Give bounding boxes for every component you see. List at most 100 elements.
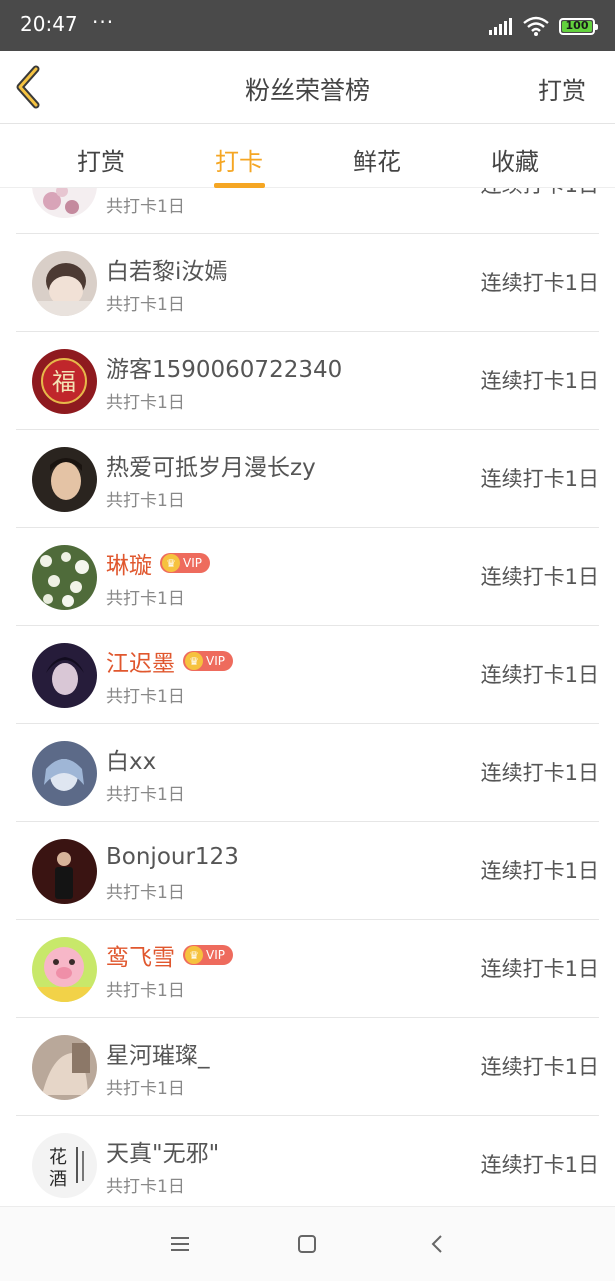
status-bar: 20:47 ··· 100: [0, 0, 615, 51]
crown-icon: ♛: [185, 946, 203, 964]
status-icons: 100: [489, 14, 598, 38]
vip-badge: ♛ VIP: [160, 553, 210, 573]
name-line: 白xx: [106, 742, 156, 776]
name-line: 白若黎i汝嫣: [106, 252, 227, 286]
avatar[interactable]: 花酒: [32, 1133, 97, 1198]
avatar[interactable]: [32, 839, 97, 904]
list-item[interactable]: 福 游客1590060722340 共打卡1日 连续打卡1日: [16, 332, 599, 430]
total-checkin: 共打卡1日: [106, 197, 185, 217]
menu-icon: [171, 1237, 189, 1251]
crown-icon: ♛: [185, 652, 203, 670]
user-name[interactable]: 星河璀璨_: [106, 1036, 210, 1070]
user-name[interactable]: Bonjour123: [106, 844, 239, 870]
list-item[interactable]: 白若黎i汝嫣共打卡1日 连续打卡1日: [16, 234, 599, 332]
reward-button[interactable]: 打赏: [538, 71, 586, 106]
name-line: 鸾飞雪 ♛ VIP: [106, 938, 233, 972]
avatar[interactable]: [32, 251, 97, 316]
list-item[interactable]: 共打卡1日 连续打卡1日: [16, 188, 599, 234]
signal-icon: [489, 18, 512, 35]
name-line: 琳璇 ♛ VIP: [106, 546, 210, 580]
total-checkin: 共打卡1日: [106, 491, 185, 511]
user-name[interactable]: 江迟墨: [106, 644, 175, 678]
user-name[interactable]: 天真"无邪": [106, 1134, 219, 1168]
checkin-streak: 连续打卡1日: [480, 663, 599, 687]
checkin-streak: 连续打卡1日: [480, 369, 599, 393]
total-checkin: 共打卡1日: [106, 785, 185, 805]
checkin-streak: 连续打卡1日: [480, 467, 599, 491]
list-item[interactable]: 花酒天真"无邪" 共打卡1日 连续打卡1日: [16, 1116, 599, 1206]
back-arrow-icon: [431, 1235, 442, 1253]
name-line: 游客1590060722340: [106, 350, 342, 384]
avatar[interactable]: [32, 188, 97, 218]
tab-favorites[interactable]: 收藏: [465, 142, 565, 177]
system-navigation-bar: [0, 1206, 615, 1281]
svg-text:花: 花: [49, 1147, 67, 1168]
tab-checkin[interactable]: 打卡: [189, 142, 289, 188]
checkin-streak: 连续打卡1日: [480, 957, 599, 981]
tab-flowers[interactable]: 鲜花: [327, 142, 427, 177]
battery-level: 100: [565, 18, 589, 32]
notification-dots: ···: [92, 10, 115, 34]
avatar[interactable]: [32, 545, 97, 610]
total-checkin: 共打卡1日: [106, 981, 185, 1001]
tab-reward[interactable]: 打赏: [51, 142, 151, 177]
checkin-streak: 连续打卡1日: [480, 271, 599, 295]
vip-label: VIP: [206, 654, 225, 668]
name-line: 天真"无邪": [106, 1134, 219, 1168]
svg-text:福: 福: [52, 368, 76, 396]
total-checkin: 共打卡1日: [106, 1177, 185, 1197]
list-item[interactable]: Bonjour123 共打卡1日 连续打卡1日: [16, 822, 599, 920]
checkin-streak: 连续打卡1日: [480, 761, 599, 785]
list-item[interactable]: 白xx 共打卡1日 连续打卡1日: [16, 724, 599, 822]
checkin-streak: 连续打卡1日: [480, 1055, 599, 1079]
avatar[interactable]: [32, 741, 97, 806]
svg-text:酒: 酒: [49, 1169, 67, 1190]
tab-checkin-label: 打卡: [215, 148, 263, 176]
tab-bar: 打赏 打卡 鲜花 收藏: [0, 124, 615, 188]
name-line: 热爱可抵岁月漫长zy: [106, 448, 316, 482]
crown-icon: ♛: [162, 554, 180, 572]
name-line: Bonjour123: [106, 842, 239, 872]
status-time: 20:47: [20, 12, 78, 36]
checkin-streak: 连续打卡1日: [480, 565, 599, 589]
avatar[interactable]: [32, 1035, 97, 1100]
total-checkin: 共打卡1日: [106, 295, 185, 315]
user-name[interactable]: 白xx: [106, 742, 156, 776]
name-line: 江迟墨 ♛ VIP: [106, 644, 233, 678]
checkin-streak: 连续打卡1日: [480, 859, 599, 883]
total-checkin: 共打卡1日: [106, 687, 185, 707]
user-name[interactable]: 白若黎i汝嫣: [106, 252, 227, 286]
list-item[interactable]: 江迟墨 ♛ VIP 共打卡1日 连续打卡1日: [16, 626, 599, 724]
page-title: 粉丝荣誉榜: [244, 76, 370, 105]
name-line: 星河璀璨_: [106, 1036, 210, 1070]
user-name[interactable]: 琳璇: [106, 546, 152, 580]
menu-button[interactable]: [160, 1227, 200, 1261]
battery-icon: 100: [559, 17, 598, 35]
wifi-icon: [523, 16, 549, 36]
total-checkin: 共打卡1日: [106, 883, 185, 903]
vip-badge: ♛ VIP: [183, 651, 233, 671]
checkin-streak: 连续打卡1日: [480, 1153, 599, 1177]
total-checkin: 共打卡1日: [106, 589, 185, 609]
home-button[interactable]: [287, 1227, 327, 1261]
vip-badge: ♛ VIP: [183, 945, 233, 965]
user-name[interactable]: 热爱可抵岁月漫长zy: [106, 448, 316, 482]
list-item[interactable]: 星河璀璨_ 共打卡1日 连续打卡1日: [16, 1018, 599, 1116]
vip-label: VIP: [206, 948, 225, 962]
checkin-streak: 连续打卡1日: [481, 188, 599, 199]
list-item[interactable]: 热爱可抵岁月漫长zy 共打卡1日 连续打卡1日: [16, 430, 599, 528]
user-name[interactable]: 鸾飞雪: [106, 938, 175, 972]
total-checkin: 共打卡1日: [106, 393, 185, 413]
avatar[interactable]: 福: [32, 349, 97, 414]
list-item[interactable]: 琳璇 ♛ VIP 共打卡1日 连续打卡1日: [16, 528, 599, 626]
list-item[interactable]: 鸾飞雪 ♛ VIP 共打卡1日 连续打卡1日: [16, 920, 599, 1018]
home-square-icon: [298, 1235, 316, 1253]
header: 粉丝荣誉榜 打赏: [0, 51, 615, 124]
avatar[interactable]: [32, 937, 97, 1002]
avatar[interactable]: [32, 447, 97, 512]
avatar[interactable]: [32, 643, 97, 708]
user-name[interactable]: 游客1590060722340: [106, 350, 342, 384]
system-back-button[interactable]: [417, 1227, 457, 1261]
vip-label: VIP: [183, 556, 202, 570]
ranking-list[interactable]: 共打卡1日连续打卡1日白若黎i汝嫣共打卡1日连续打卡1日福游客159006072…: [0, 188, 615, 1206]
